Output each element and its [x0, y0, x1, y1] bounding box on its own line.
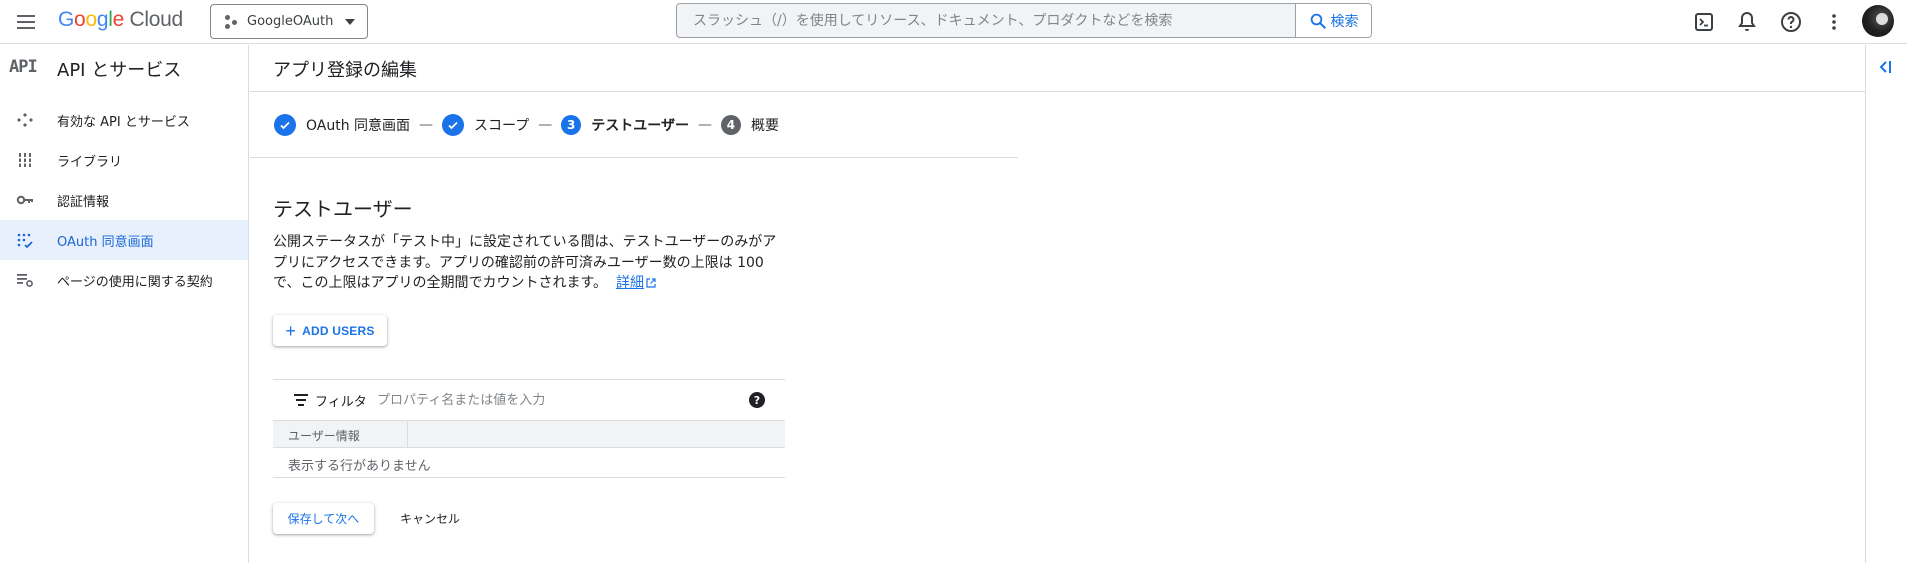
more-vert-icon[interactable] — [1822, 10, 1846, 34]
section-title: テストユーザー — [273, 197, 413, 221]
consent-icon — [17, 233, 33, 248]
sidebar-item-label: 有効な API とサービス — [57, 114, 190, 130]
filter-icon — [294, 394, 308, 406]
right-rail — [1865, 45, 1907, 563]
stepper-divider — [250, 157, 1018, 158]
sidebar-item-page-usage-agreements[interactable]: ページの使用に関する契約 — [0, 260, 248, 300]
step-number: 4 — [720, 115, 741, 135]
search-bar: 検索 — [676, 3, 1372, 38]
top-bar: Google Cloud GoogleOAuth 検索 — [0, 0, 1907, 44]
filter-bar: フィルタ ? — [273, 379, 785, 420]
description: 公開ステータスが「テスト中」に設定されている間は、テストユーザーのみがアプリにア… — [273, 232, 783, 294]
agreement-icon — [17, 274, 33, 287]
add-users-button[interactable]: + ADD USERS — [273, 315, 387, 346]
check-icon — [442, 114, 465, 136]
sidebar-item-label: OAuth 同意画面 — [57, 234, 154, 250]
avatar[interactable] — [1862, 5, 1894, 37]
search-button-label: 検索 — [1330, 13, 1359, 30]
sidebar: API API とサービス 有効な API とサービス ライブラリ 認証情報 O… — [0, 45, 249, 563]
column-header-user-info[interactable]: ユーザー情報 — [288, 427, 360, 444]
page-title: アプリ登録の編集 — [273, 60, 417, 81]
table-header: ユーザー情報 — [273, 420, 785, 448]
sidebar-item-library[interactable]: ライブラリ — [0, 140, 248, 180]
sidebar-title: API とサービス — [57, 60, 182, 81]
sidebar-item-enabled-apis[interactable]: 有効な API とサービス — [0, 100, 248, 140]
cloud-shell-icon[interactable] — [1692, 10, 1716, 34]
empty-message: 表示する行がありません — [288, 459, 431, 474]
chevron-down-icon — [345, 19, 355, 25]
step-separator: — — [419, 117, 434, 133]
step-label: スコープ — [474, 118, 530, 134]
step-scopes[interactable]: スコープ — [442, 114, 529, 136]
sidebar-item-label: ライブラリ — [57, 154, 123, 170]
step-label: OAuth 同意画面 — [306, 118, 411, 134]
check-icon — [274, 114, 296, 136]
sidebar-nav: 有効な API とサービス ライブラリ 認証情報 OAuth 同意画面 ページの… — [0, 100, 248, 300]
project-picker[interactable]: GoogleOAuth — [210, 4, 368, 39]
external-link-icon — [646, 278, 656, 288]
sidebar-item-label: 認証情報 — [57, 194, 110, 210]
filter-input[interactable] — [377, 389, 737, 411]
project-name: GoogleOAuth — [247, 14, 334, 29]
help-icon[interactable]: ? — [749, 392, 765, 408]
table-empty-row: 表示する行がありません — [273, 448, 785, 478]
project-icon — [223, 14, 239, 30]
sidebar-item-oauth-consent[interactable]: OAuth 同意画面 — [0, 220, 248, 260]
collapse-panel-icon[interactable] — [1876, 57, 1896, 77]
google-cloud-logo[interactable]: Google Cloud — [58, 8, 183, 32]
description-text: 公開ステータスが「テスト中」に設定されている間は、テストユーザーのみがアプリにア… — [273, 234, 777, 291]
library-icon — [17, 153, 33, 167]
filter-label: フィルタ — [315, 394, 367, 410]
enabled-apis-icon — [17, 113, 33, 127]
search-icon — [1310, 13, 1326, 29]
step-summary[interactable]: 4 概要 — [720, 115, 779, 135]
notifications-bell-icon[interactable] — [1735, 10, 1759, 34]
header-divider — [250, 91, 1865, 92]
key-icon — [16, 195, 33, 205]
step-label: 概要 — [750, 118, 779, 134]
cancel-button[interactable]: キャンセル — [390, 503, 470, 534]
step-test-users[interactable]: 3 テストユーザー — [561, 115, 689, 135]
api-badge-icon: API — [9, 57, 38, 77]
column-divider — [407, 421, 408, 448]
save-and-continue-button[interactable]: 保存して次へ — [273, 503, 374, 534]
search-input[interactable] — [677, 4, 1295, 37]
add-users-label: ADD USERS — [302, 323, 375, 338]
step-label: テストユーザー — [591, 118, 689, 134]
stepper: OAuth 同意画面 — スコープ — 3 テストユーザー — 4 概要 — [274, 113, 779, 137]
learn-more-link[interactable]: 詳細 — [616, 275, 656, 291]
step-number: 3 — [561, 115, 582, 135]
help-icon[interactable] — [1779, 10, 1803, 34]
sidebar-item-label: ページの使用に関する契約 — [57, 274, 213, 290]
step-oauth-consent[interactable]: OAuth 同意画面 — [274, 114, 410, 136]
sidebar-item-credentials[interactable]: 認証情報 — [0, 180, 248, 220]
step-separator: — — [697, 117, 712, 133]
hamburger-menu-icon[interactable] — [14, 10, 38, 34]
search-button[interactable]: 検索 — [1295, 4, 1371, 37]
plus-icon: + — [285, 320, 297, 341]
step-separator: — — [538, 117, 553, 133]
